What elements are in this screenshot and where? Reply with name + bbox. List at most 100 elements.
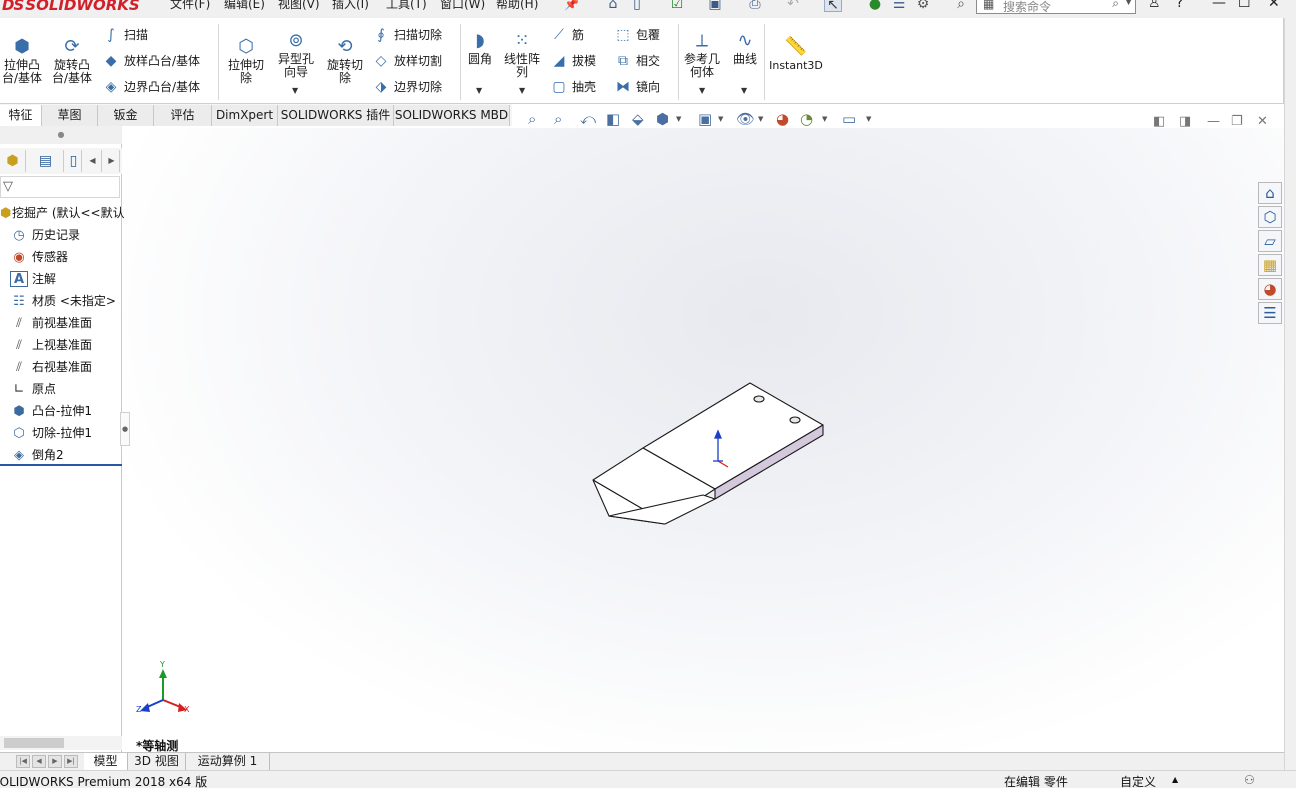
rib-button[interactable]: ⟋ 筋 xyxy=(550,26,584,44)
next-tab-icon[interactable]: ▶ xyxy=(48,755,62,768)
mirror-button[interactable]: ⧓ 镜向 xyxy=(614,78,660,96)
tree-item-right-plane[interactable]: ⫽ 右视基准面 xyxy=(0,356,122,378)
chevron-down-icon[interactable]: ▼ xyxy=(676,115,681,123)
revolve-boss-button[interactable]: ⟳ 旋转凸 台/基体 xyxy=(48,36,96,85)
boundary-boss-button[interactable]: ◈ 边界凸台/基体 xyxy=(102,78,200,96)
design-library-icon[interactable]: ⬡ xyxy=(1258,206,1282,228)
tree-item-chamfer2[interactable]: ◈ 倒角2 xyxy=(0,444,122,466)
close-icon[interactable]: ✕ xyxy=(1268,0,1280,11)
home-icon[interactable]: ⌂ xyxy=(604,0,622,12)
edit-appearance-icon[interactable]: ◕ xyxy=(776,109,789,129)
options-list-icon[interactable]: ☰ xyxy=(890,0,908,12)
panel-collapse-handle[interactable]: ● xyxy=(120,412,130,446)
section-view-icon[interactable]: ◧ xyxy=(606,109,620,129)
appearances-icon[interactable]: ◕ xyxy=(1258,278,1282,300)
lofted-cut-button[interactable]: ◇ 放样切割 xyxy=(372,52,442,70)
restore-view-icon[interactable]: ❐ xyxy=(1231,114,1243,129)
tree-item-origin[interactable]: ∟ 原点 xyxy=(0,378,122,400)
traffic-light-icon[interactable]: ● xyxy=(866,0,884,12)
part-model[interactable] xyxy=(592,382,824,525)
menu-view[interactable]: 视图(V) xyxy=(278,0,320,12)
rebuild-status-icon[interactable]: ⚇ xyxy=(1244,773,1255,787)
feature-manager-tab-icon[interactable]: ⬢ xyxy=(0,150,26,172)
chevron-down-icon[interactable]: ▼ xyxy=(741,86,747,95)
unit-system-selector[interactable]: 自定义 xyxy=(1120,773,1156,790)
tab-solidworks-mbd[interactable]: SOLIDWORKS MBD xyxy=(394,105,510,126)
file-explorer-icon[interactable]: ▱ xyxy=(1258,230,1282,252)
tree-item-history[interactable]: ◷ 历史记录 xyxy=(0,224,122,246)
chevron-down-icon[interactable]: ▼ xyxy=(718,115,723,123)
tree-root-part[interactable]: ⬢挖掘产 (默认<<默认 xyxy=(0,202,125,224)
last-tab-icon[interactable]: ▶| xyxy=(64,755,78,768)
view-palette-icon[interactable]: ▦ xyxy=(1258,254,1282,276)
draft-button[interactable]: ◢ 拔模 xyxy=(550,52,596,70)
first-tab-icon[interactable]: |◀ xyxy=(16,755,30,768)
close-view-icon[interactable]: ✕ xyxy=(1257,114,1268,129)
chevron-down-icon[interactable]: ▼ xyxy=(758,115,763,123)
tile-right-icon[interactable]: ◨ xyxy=(1179,114,1191,129)
menu-tools[interactable]: 工具(T) xyxy=(386,0,427,12)
previous-view-icon[interactable]: ⤺ xyxy=(580,109,596,129)
instant3d-button[interactable]: 📏 Instant3D xyxy=(766,36,826,72)
panel-horizontal-scrollbar[interactable] xyxy=(0,736,122,750)
tree-item-annotations[interactable]: A 注解 xyxy=(0,268,122,290)
chevron-down-icon[interactable]: ▼ xyxy=(292,86,298,95)
print-icon[interactable]: ⎙ xyxy=(746,0,764,12)
new-document-icon[interactable]: ▯ xyxy=(628,0,646,12)
menu-help[interactable]: 帮助(H) xyxy=(496,0,538,12)
tree-item-material[interactable]: ☷ 材质 <未指定> xyxy=(0,290,122,312)
apply-scene-icon[interactable]: ◔ xyxy=(800,109,813,129)
prev-tab-icon[interactable]: ◀ xyxy=(32,755,46,768)
chevron-down-icon[interactable]: ▼ xyxy=(699,86,705,95)
tree-item-top-plane[interactable]: ⫽ 上视基准面 xyxy=(0,334,122,356)
tab-solidworks-addins[interactable]: SOLIDWORKS 插件 xyxy=(278,105,394,126)
menu-edit[interactable]: 编辑(E) xyxy=(224,0,265,12)
fillet-button[interactable]: ◗ 圆角 xyxy=(462,30,498,66)
tab-sketch[interactable]: 草图 xyxy=(42,105,98,126)
tab-sheet-metal[interactable]: 钣金 xyxy=(98,105,154,126)
tab-3d-views[interactable]: 3D 视图 xyxy=(128,753,186,770)
chevron-down-icon[interactable]: ▼ xyxy=(476,86,482,95)
select-arrow-icon[interactable]: ↖ xyxy=(824,0,842,13)
loft-boss-button[interactable]: ◆ 放样凸台/基体 xyxy=(102,52,200,70)
intersect-button[interactable]: ⧉ 相交 xyxy=(614,52,660,70)
wrap-button[interactable]: ⬚ 包覆 xyxy=(614,26,660,44)
search-icon[interactable]: ⌕ xyxy=(1112,0,1119,11)
sweep-button[interactable]: ∫ 扫描 xyxy=(102,26,148,44)
revolve-cut-button[interactable]: ⟲ 旋转切 除 xyxy=(322,36,368,85)
scrollbar-thumb[interactable] xyxy=(4,738,64,748)
hide-show-items-icon[interactable]: 👁 xyxy=(736,109,755,129)
menu-insert[interactable]: 插入(I) xyxy=(332,0,369,12)
tree-item-cut-extrude1[interactable]: ⬡ 切除-拉伸1 xyxy=(0,422,122,444)
display-style-icon[interactable]: ▣ xyxy=(698,109,712,129)
tab-evaluate[interactable]: 评估 xyxy=(154,105,212,126)
maximize-icon[interactable]: ☐ xyxy=(1238,0,1251,11)
extrude-boss-button[interactable]: ⬢ 拉伸凸 台/基体 xyxy=(0,36,44,85)
chevron-down-icon[interactable]: ▼ xyxy=(1125,0,1132,7)
zoom-to-area-icon[interactable]: ⌕ xyxy=(554,109,562,129)
menu-file[interactable]: 文件(F) xyxy=(170,0,210,12)
help-icon[interactable]: ? xyxy=(1176,0,1183,11)
rebuild-check-icon[interactable]: ☑ xyxy=(668,0,686,12)
custom-properties-icon[interactable]: ☰ xyxy=(1258,302,1282,324)
extrude-cut-button[interactable]: ⬡ 拉伸切 除 xyxy=(222,36,270,85)
tab-dimxpert[interactable]: DimXpert xyxy=(212,105,278,126)
view-settings-icon[interactable]: ▭ xyxy=(842,109,856,129)
user-icon[interactable]: ♙ xyxy=(1148,0,1161,11)
solidworks-logo[interactable]: DS SOLIDWORKS xyxy=(2,0,140,14)
tab-motion-study-1[interactable]: 运动算例 1 xyxy=(186,753,270,770)
linear-pattern-button[interactable]: ⁙ 线性阵 列 xyxy=(500,30,544,79)
curves-button[interactable]: ∿ 曲线 xyxy=(728,30,762,66)
graphics-area[interactable]: ◧ ◨ — ❐ ✕ Y X Z *等轴测 xyxy=(123,114,1284,753)
configuration-manager-tab-icon[interactable]: ▯ xyxy=(66,150,82,172)
tree-item-boss-extrude1[interactable]: ⬢ 凸台-拉伸1 xyxy=(0,400,122,422)
undo-icon[interactable]: ↶ xyxy=(784,0,802,12)
reference-geometry-button[interactable]: ⟂ 参考几 何体 xyxy=(680,30,724,79)
chevron-up-icon[interactable]: ▲ xyxy=(1172,775,1178,784)
tree-item-sensors[interactable]: ◉ 传感器 xyxy=(0,246,122,268)
scroll-tabs-right-icon[interactable]: ▶ xyxy=(104,150,120,172)
chevron-down-icon[interactable]: ▼ xyxy=(519,86,525,95)
rollback-bar[interactable] xyxy=(0,464,122,466)
dynamic-annotation-icon[interactable]: ⬙ xyxy=(632,109,644,129)
pin-icon[interactable]: 📌 xyxy=(564,0,579,11)
